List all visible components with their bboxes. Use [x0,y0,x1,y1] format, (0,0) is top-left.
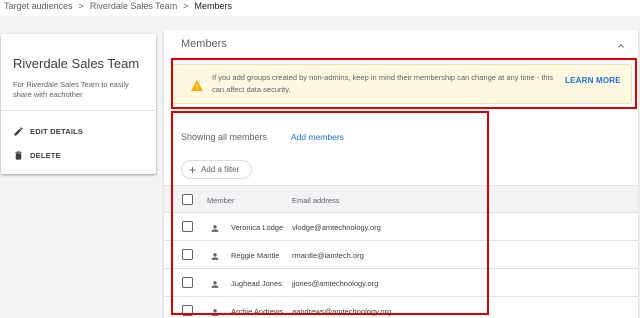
members-card: Members If you add groups created by non… [164,30,638,318]
member-name: Archie Andrews [231,307,284,316]
pencil-icon [13,126,27,137]
row-checkbox[interactable] [182,221,193,232]
member-name: Reggie Mantle [231,251,280,260]
row-checkbox[interactable] [182,277,193,288]
breadcrumb-current: Members [194,1,232,11]
edit-details-button[interactable]: EDIT DETAILS [13,124,83,138]
edit-details-label: EDIT DETAILS [30,126,84,136]
table-row[interactable]: Reggie Mantle rmantle@iamtech.org [164,241,638,269]
person-icon [210,249,220,260]
add-filter-label: Add a filter [201,165,240,174]
breadcrumb-separator: > [183,1,189,11]
left-pane: Riverdale Sales Team For Riverdale Sales… [0,16,163,318]
add-filter-button[interactable]: + Add a filter [181,160,252,179]
table-row[interactable]: Jughead Jones jjones@amtechnology.org [164,269,638,297]
group-description: For Riverdale Sales Team to easily share… [13,80,129,99]
person-icon [210,221,220,232]
breadcrumb: Target audiences > Riverdale Sales Team > Me… [4,1,232,11]
row-checkbox[interactable] [182,305,193,316]
delete-button[interactable]: DELETE [13,148,61,162]
delete-label: DELETE [30,150,61,160]
group-title: Riverdale Sales Team [13,56,140,71]
breadcrumb-group[interactable]: Riverdale Sales Team [90,1,177,11]
plus-icon: + [189,162,197,177]
learn-more-link[interactable]: LEARN MORE [565,76,621,85]
members-table: Member Email address Veronica Lodge vlod… [164,185,638,318]
member-name: Veronica Lodge [231,223,284,232]
divider [1,110,156,111]
collapse-button[interactable] [615,39,627,51]
row-checkbox[interactable] [182,249,193,260]
warning-icon [191,78,203,91]
showing-label: Showing all members [181,132,268,142]
add-members-link[interactable]: Add members [291,132,344,142]
member-email: vlodge@amtechnology.org [292,223,381,232]
chevron-up-icon [618,44,624,48]
member-email: jjones@amtechnology.org [292,279,379,288]
breadcrumb-target-audiences[interactable]: Target audiences [4,1,73,11]
member-email: aandrews@amtechnology.org [292,307,392,316]
trash-icon [13,150,27,161]
breadcrumb-separator: > [78,1,84,11]
members-title: Members [181,38,227,50]
table-row[interactable]: Archie Andrews aandrews@amtechnology.org [164,297,638,318]
person-icon [210,305,220,316]
table-header: Member Email address [164,185,638,213]
right-pane: Members If you add groups created by non… [163,16,640,318]
column-email: Email address [292,196,340,205]
select-all-checkbox[interactable] [182,194,193,205]
member-email: rmantle@iamtech.org [292,251,364,260]
warning-banner: If you add groups created by non-admins,… [172,64,632,104]
warning-text: If you add groups created by non-admins,… [212,73,554,94]
member-name: Jughead Jones [231,279,282,288]
column-member: Member [207,196,235,205]
table-row[interactable]: Veronica Lodge vlodge@amtechnology.org [164,213,638,241]
person-icon [210,277,220,288]
group-card: Riverdale Sales Team For Riverdale Sales… [1,34,156,174]
